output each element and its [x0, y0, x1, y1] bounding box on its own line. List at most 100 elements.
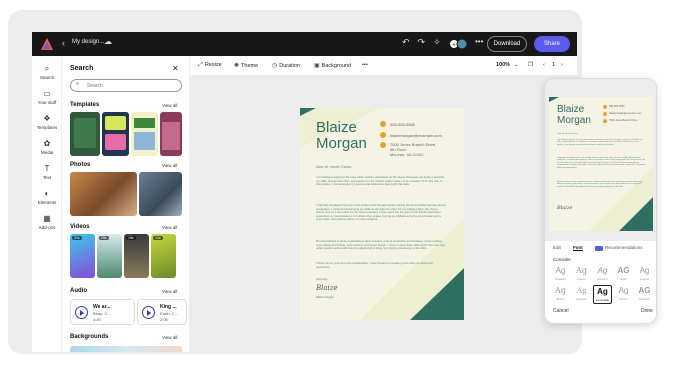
- backgrounds-view-all-link[interactable]: View all: [162, 335, 177, 340]
- mobile-doc-email: blaizemorgan@example.com: [609, 112, 642, 115]
- pages-icon[interactable]: ❐: [528, 62, 533, 68]
- audio-artist: Earth, C...: [160, 311, 179, 316]
- doc-closing: Sincerely,: [316, 277, 329, 281]
- duration-button[interactable]: ◷ Duration: [272, 62, 300, 69]
- collaborator-avatars[interactable]: +: [450, 37, 468, 51]
- tab-font[interactable]: Font: [573, 245, 583, 251]
- doc-email: blaizemorgan@example.com: [390, 133, 442, 138]
- photo-thumb[interactable]: [70, 172, 137, 216]
- top-bar: ‹ My design... ☁ ↶↷✧ + ••• Download Shar…: [32, 32, 577, 56]
- theme-button[interactable]: ✺ Theme: [234, 62, 258, 69]
- background-thumb[interactable]: [70, 346, 182, 352]
- more-options-icon[interactable]: •••: [475, 37, 483, 46]
- cancel-button[interactable]: Cancel: [553, 308, 569, 314]
- rail-item-search[interactable]: ⌕ Search: [32, 64, 62, 80]
- document-title[interactable]: My design...: [72, 39, 104, 45]
- video-thumb[interactable]: 10s: [151, 234, 176, 278]
- mobile-cover-letter-page[interactable]: Blaize Morgan 555-555-5555 blaizemorgan@…: [549, 97, 653, 231]
- tab-edit[interactable]: Edit: [553, 245, 561, 250]
- audio-artist: Beau, C...: [93, 311, 111, 316]
- resize-button[interactable]: ⤢ Resize: [198, 62, 222, 69]
- rail-item-media[interactable]: ✿ Media: [32, 139, 62, 155]
- font-option-selected[interactable]: Ag Lemonade: [593, 285, 612, 304]
- font-option[interactable]: Ag Cambria: [572, 285, 591, 304]
- photos-view-all-link[interactable]: View all: [162, 163, 177, 168]
- cover-letter-page[interactable]: Blaize Morgan 555-555-5555 blaizemorgan@…: [300, 108, 464, 320]
- templates-view-all-link[interactable]: View all: [162, 103, 177, 108]
- background-button[interactable]: ▣ Background: [314, 62, 351, 69]
- font-option[interactable]: Ag Josefin: [572, 265, 591, 284]
- font-option[interactable]: Ag Dancing: [593, 265, 612, 284]
- search-input[interactable]: ⌕ Search: [70, 79, 182, 92]
- done-button[interactable]: Done: [641, 308, 653, 314]
- font-option[interactable]: Ag Nunito: [614, 285, 633, 304]
- first-name: Blaize: [316, 119, 357, 136]
- template-thumb[interactable]: [160, 112, 182, 156]
- template-thumb[interactable]: [102, 112, 129, 156]
- close-icon[interactable]: ✕: [172, 64, 179, 73]
- template-thumb[interactable]: [131, 112, 158, 156]
- mobile-doc-paragraph: My expectations in these organizations h…: [557, 181, 643, 188]
- lightbulb-icon[interactable]: ✧: [433, 37, 449, 47]
- video-thumb[interactable]: 18s: [124, 234, 149, 278]
- rail-item-your-stuff[interactable]: ▭ Your stuff: [32, 89, 62, 105]
- rail-item-templates[interactable]: ❖ Templates: [32, 114, 62, 130]
- audio-heading: Audio: [70, 288, 87, 294]
- more-options-button[interactable]: •••: [362, 62, 368, 68]
- download-button[interactable]: Download: [487, 36, 527, 52]
- video-thumb[interactable]: 21s: [70, 234, 95, 278]
- play-icon[interactable]: [142, 306, 155, 319]
- zoom-chevron-icon[interactable]: ⌄: [514, 62, 519, 68]
- font-option[interactable]: AG Raleway: [635, 285, 654, 304]
- mobile-device: Blaize Morgan 555-555-5555 blaizemorgan@…: [544, 78, 657, 324]
- font-name: Cambria: [576, 297, 587, 301]
- font-option[interactable]: Ag Heading: [551, 265, 570, 284]
- canvas-toolbar: ⤢ Resize ✺ Theme ◷ Duration ▣ Background •••…: [190, 56, 577, 76]
- doc-name[interactable]: Blaize Morgan: [316, 120, 367, 152]
- zoom-level[interactable]: 100%: [496, 62, 510, 68]
- mobile-doc-name[interactable]: Blaize Morgan: [557, 104, 591, 126]
- video-thumb[interactable]: 25s: [97, 234, 122, 278]
- audio-title: King ...: [160, 304, 177, 310]
- rail-label: Search: [39, 75, 55, 80]
- undo-icon[interactable]: ↶: [402, 37, 418, 47]
- photo-thumb[interactable]: [139, 172, 182, 216]
- template-thumb[interactable]: [70, 112, 100, 156]
- rail-item-add-ons[interactable]: ▦ Add-ons: [32, 214, 62, 230]
- tab-recommendations[interactable]: Recommendations: [605, 245, 643, 250]
- back-chevron-icon[interactable]: ‹: [62, 38, 65, 48]
- rail-label: Add-ons: [38, 225, 56, 230]
- rail-item-elements[interactable]: ◐ Elements: [32, 189, 62, 205]
- font-option[interactable]: Ag Bodini: [551, 285, 570, 304]
- mobile-canvas: Blaize Morgan 555-555-5555 blaizemorgan@…: [545, 79, 656, 241]
- prev-page-icon[interactable]: ‹: [543, 62, 545, 68]
- next-page-icon[interactable]: ›: [561, 62, 563, 68]
- audio-card[interactable]: We ar... Beau, C... 4:20: [70, 299, 135, 325]
- videos-view-all-link[interactable]: View all: [162, 225, 177, 230]
- audio-card[interactable]: King ... Earth, C... 2:05: [137, 299, 187, 325]
- video-duration: 21s: [72, 236, 82, 240]
- font-name: Heading: [555, 277, 566, 281]
- doc-paragraph: I am writing to apply for the copy edito…: [316, 175, 444, 187]
- rail-item-text[interactable]: T Text: [32, 164, 62, 180]
- media-icon: ✿: [43, 139, 51, 148]
- play-icon[interactable]: [75, 306, 88, 319]
- doc-greeting: Dear Mr. Hunter Garcia,: [316, 165, 352, 169]
- redo-icon[interactable]: ↷: [418, 37, 434, 47]
- design-canvas[interactable]: Blaize Morgan 555-555-5555 blaizemorgan@…: [190, 76, 577, 352]
- font-option[interactable]: Ag Lexend: [635, 265, 654, 284]
- phone-icon: [380, 121, 386, 127]
- app-logo-icon[interactable]: [40, 37, 54, 51]
- laptop-frame: ‹ My design... ☁ ↶↷✧ + ••• Download Shar…: [8, 10, 582, 354]
- doc-phone: 555-555-5555: [390, 122, 415, 127]
- undo-redo-icons[interactable]: ↶↷✧: [402, 37, 449, 48]
- share-button[interactable]: Share: [534, 36, 570, 52]
- doc-paragraph: I originally developed my love of the wr…: [316, 203, 446, 222]
- resize-icon: ⤢: [198, 62, 203, 68]
- audio-view-all-link[interactable]: View all: [162, 289, 177, 294]
- elements-icon: ◐: [44, 189, 50, 198]
- rail-label: Your stuff: [37, 100, 57, 105]
- rail-label: Elements: [37, 200, 57, 205]
- folder-icon: ▭: [43, 89, 51, 98]
- font-option[interactable]: AG Sans: [614, 265, 633, 284]
